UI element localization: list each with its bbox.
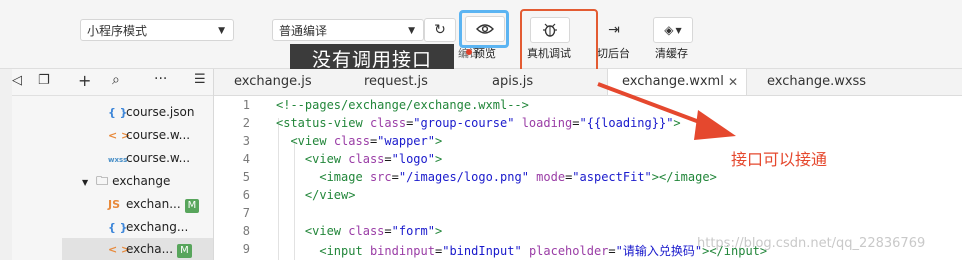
chevron-down-icon: ▼ — [82, 178, 89, 187]
tree-item[interactable]: < >course.w... — [108, 124, 190, 146]
tab-exchange-wxss[interactable]: exchange.wxss — [767, 69, 866, 95]
compile-select-value: 普通编译 — [279, 24, 328, 38]
tab-exchange-js[interactable]: exchange.js — [234, 69, 312, 95]
wxml-file-icon: < > — [108, 243, 131, 256]
js-file-icon: JS — [108, 198, 121, 211]
window-icon[interactable]: ❐ — [38, 73, 50, 88]
speaker-icon[interactable]: ◁ — [12, 73, 22, 88]
annotation-arrow — [597, 82, 736, 140]
tab-request-js[interactable]: request.js — [364, 69, 428, 95]
line-number: 6 — [242, 188, 250, 202]
line-number: 4 — [242, 152, 250, 166]
mode-select[interactable]: 小程序模式 ▼ — [80, 19, 234, 41]
line-number: 9 — [242, 242, 250, 256]
layers-icon: ◈ — [664, 23, 674, 37]
modified-badge: M — [184, 199, 200, 213]
chevron-down-icon: ▼ — [408, 26, 415, 36]
editor-tabs: exchange.js request.js apis.js exchange.… — [214, 69, 962, 96]
line-number: 7 — [242, 206, 250, 220]
tree-folder[interactable]: ▼ 🗀 exchange — [82, 170, 170, 192]
watermark: https://blog.csdn.net/qq_22836769 — [697, 236, 926, 251]
preview-highlight-box — [459, 10, 509, 48]
tree-item-selected[interactable]: < >excha... M — [62, 238, 213, 260]
compile-refresh-button[interactable]: ↻ — [424, 18, 456, 42]
folder-icon: 🗀 — [96, 174, 109, 188]
code-line: <image src="/images/logo.png" mode="aspe… — [319, 170, 717, 184]
tree-item-label: exchang... — [126, 220, 189, 234]
explorer-toolbar: ◁ ❐ + ⌕ ··· ☰ — [12, 69, 213, 96]
wxss-file-icon: wxss — [108, 156, 128, 164]
tree-item-label: course.json — [126, 105, 195, 119]
line-number: 5 — [242, 170, 250, 184]
collapse-icon[interactable]: ☰ — [194, 72, 206, 87]
tree-item-label: course.w... — [126, 151, 191, 165]
tree-item[interactable]: { }course.json — [108, 101, 194, 123]
tree-item-label: exchan... — [126, 197, 181, 211]
annotation-text: 接口可以接通 — [731, 150, 828, 169]
code-line: <view class="wapper"> — [290, 134, 443, 148]
compile-select[interactable]: 普通编译 ▼ — [272, 19, 424, 41]
code-line: <input bindinput="bindInput" placeholder… — [319, 244, 768, 258]
chevron-down-icon: ▼ — [675, 25, 682, 35]
clear-cache-button[interactable]: ◈ ▼ — [653, 17, 693, 43]
search-icon[interactable]: ⌕ — [112, 72, 120, 88]
json-file-icon: { } — [108, 221, 128, 234]
tree-item[interactable]: wxsscourse.w... — [108, 147, 190, 169]
mode-select-value: 小程序模式 — [87, 24, 148, 38]
tab-apis-js[interactable]: apis.js — [492, 69, 533, 95]
json-file-icon: { } — [108, 106, 128, 119]
tree-item[interactable]: JS exchan... M — [108, 193, 200, 215]
tree-item[interactable]: { }exchang... — [108, 216, 188, 238]
code-line: <!--pages/exchange/exchange.wxml--> — [276, 98, 529, 112]
line-number: 1 — [242, 98, 250, 112]
switch-backend-label: 切后台 — [597, 47, 630, 60]
wxml-file-icon: < > — [108, 129, 131, 142]
switch-backend-button[interactable]: ⇥ — [599, 17, 629, 43]
line-number: 8 — [242, 224, 250, 238]
switch-icon: ⇥ — [608, 22, 620, 38]
line-number: 3 — [242, 134, 250, 148]
status-dot — [466, 49, 472, 55]
more-icon[interactable]: ··· — [154, 71, 167, 87]
code-line: </view> — [304, 188, 356, 202]
refresh-icon: ↻ — [434, 22, 446, 38]
modified-badge: M — [177, 244, 192, 258]
file-explorer: ◁ ❐ + ⌕ ··· ☰ { }course.json < >course.w… — [12, 69, 214, 260]
code-line: <view class="form"> — [304, 224, 443, 238]
tree-item-label: exchange — [112, 174, 171, 188]
line-number: 2 — [242, 116, 250, 130]
tree-item-label: excha... — [126, 242, 174, 256]
clear-cache-label: 清缓存 — [655, 47, 688, 60]
code-line: <view class="logo"> — [304, 152, 443, 166]
tree-item-label: course.w... — [126, 128, 191, 142]
chevron-down-icon: ▼ — [218, 26, 225, 36]
add-icon[interactable]: + — [78, 71, 91, 90]
